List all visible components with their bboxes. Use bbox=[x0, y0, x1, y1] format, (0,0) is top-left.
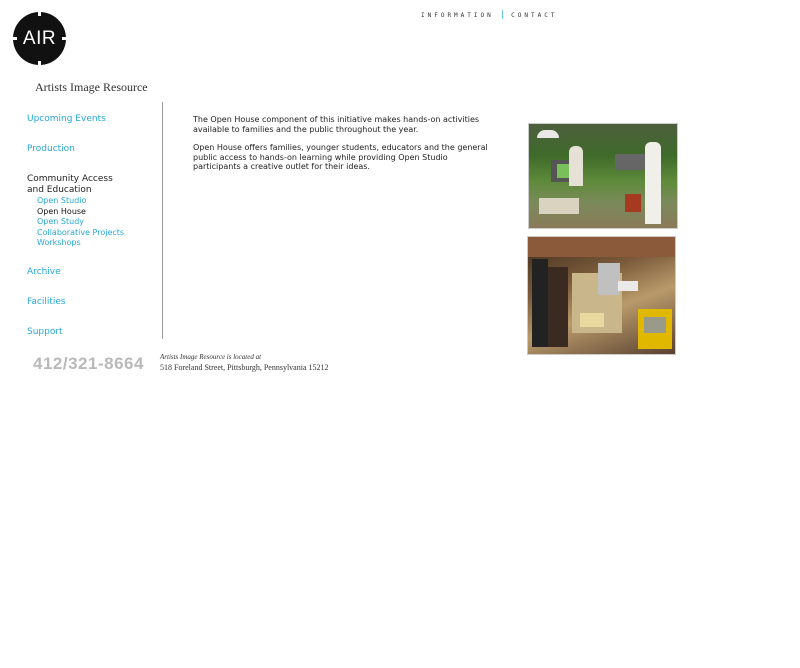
sidebar-group-label-line1: Community Access bbox=[27, 174, 113, 184]
sidebar-nav: Upcoming Events Production Community Acc… bbox=[27, 114, 157, 337]
sidebar-subitem-collaborative-projects[interactable]: Collaborative Projects bbox=[37, 228, 157, 239]
org-name: Artists Image Resource bbox=[35, 80, 148, 94]
sidebar-group-community: Community Access and Education bbox=[27, 174, 157, 196]
street-address: 518 Foreland Street, Pittsburgh, Pennsyl… bbox=[160, 363, 329, 372]
sidebar-item-facilities[interactable]: Facilities bbox=[27, 297, 157, 307]
sidebar-group-label-line2: and Education bbox=[27, 185, 92, 195]
nav-contact-link[interactable]: CONTACT bbox=[511, 12, 557, 19]
photo-outdoor-printing bbox=[528, 123, 678, 229]
sidebar-subitem-workshops[interactable]: Workshops bbox=[37, 238, 157, 249]
content-paragraph-2: Open House offers families, younger stud… bbox=[193, 143, 488, 171]
logo-text: AIR bbox=[22, 27, 57, 49]
top-nav: INFORMATION | CONTACT bbox=[421, 10, 557, 20]
sidebar-item-production[interactable]: Production bbox=[27, 144, 157, 154]
photo-indoor-workshop bbox=[527, 236, 676, 355]
nav-separator: | bbox=[499, 10, 506, 20]
sidebar-item-archive[interactable]: Archive bbox=[27, 267, 157, 277]
sidebar-item-upcoming-events[interactable]: Upcoming Events bbox=[27, 114, 157, 124]
logo-notch-left bbox=[13, 37, 17, 40]
sidebar-subitem-open-study[interactable]: Open Study bbox=[37, 217, 157, 228]
logo-notch-right bbox=[62, 37, 66, 40]
sidebar-item-support[interactable]: Support bbox=[27, 327, 157, 337]
logo-notch-bottom bbox=[38, 61, 41, 65]
sidebar-subitem-open-house[interactable]: Open House bbox=[37, 207, 157, 218]
sidebar-subitem-open-studio[interactable]: Open Studio bbox=[37, 196, 157, 207]
content-paragraph-1: The Open House component of this initiat… bbox=[193, 115, 480, 134]
air-logo[interactable]: AIR bbox=[13, 12, 66, 65]
phone-number: 412/321-8664 bbox=[33, 354, 144, 373]
nav-information-link[interactable]: INFORMATION bbox=[421, 12, 494, 19]
sidebar-submenu: Open Studio Open House Open Study Collab… bbox=[37, 196, 157, 249]
main-content: The Open House component of this initiat… bbox=[193, 115, 493, 181]
logo-notch-top bbox=[38, 12, 41, 16]
address-intro: Artists Image Resource is located at bbox=[160, 353, 262, 361]
vertical-divider bbox=[162, 102, 163, 339]
